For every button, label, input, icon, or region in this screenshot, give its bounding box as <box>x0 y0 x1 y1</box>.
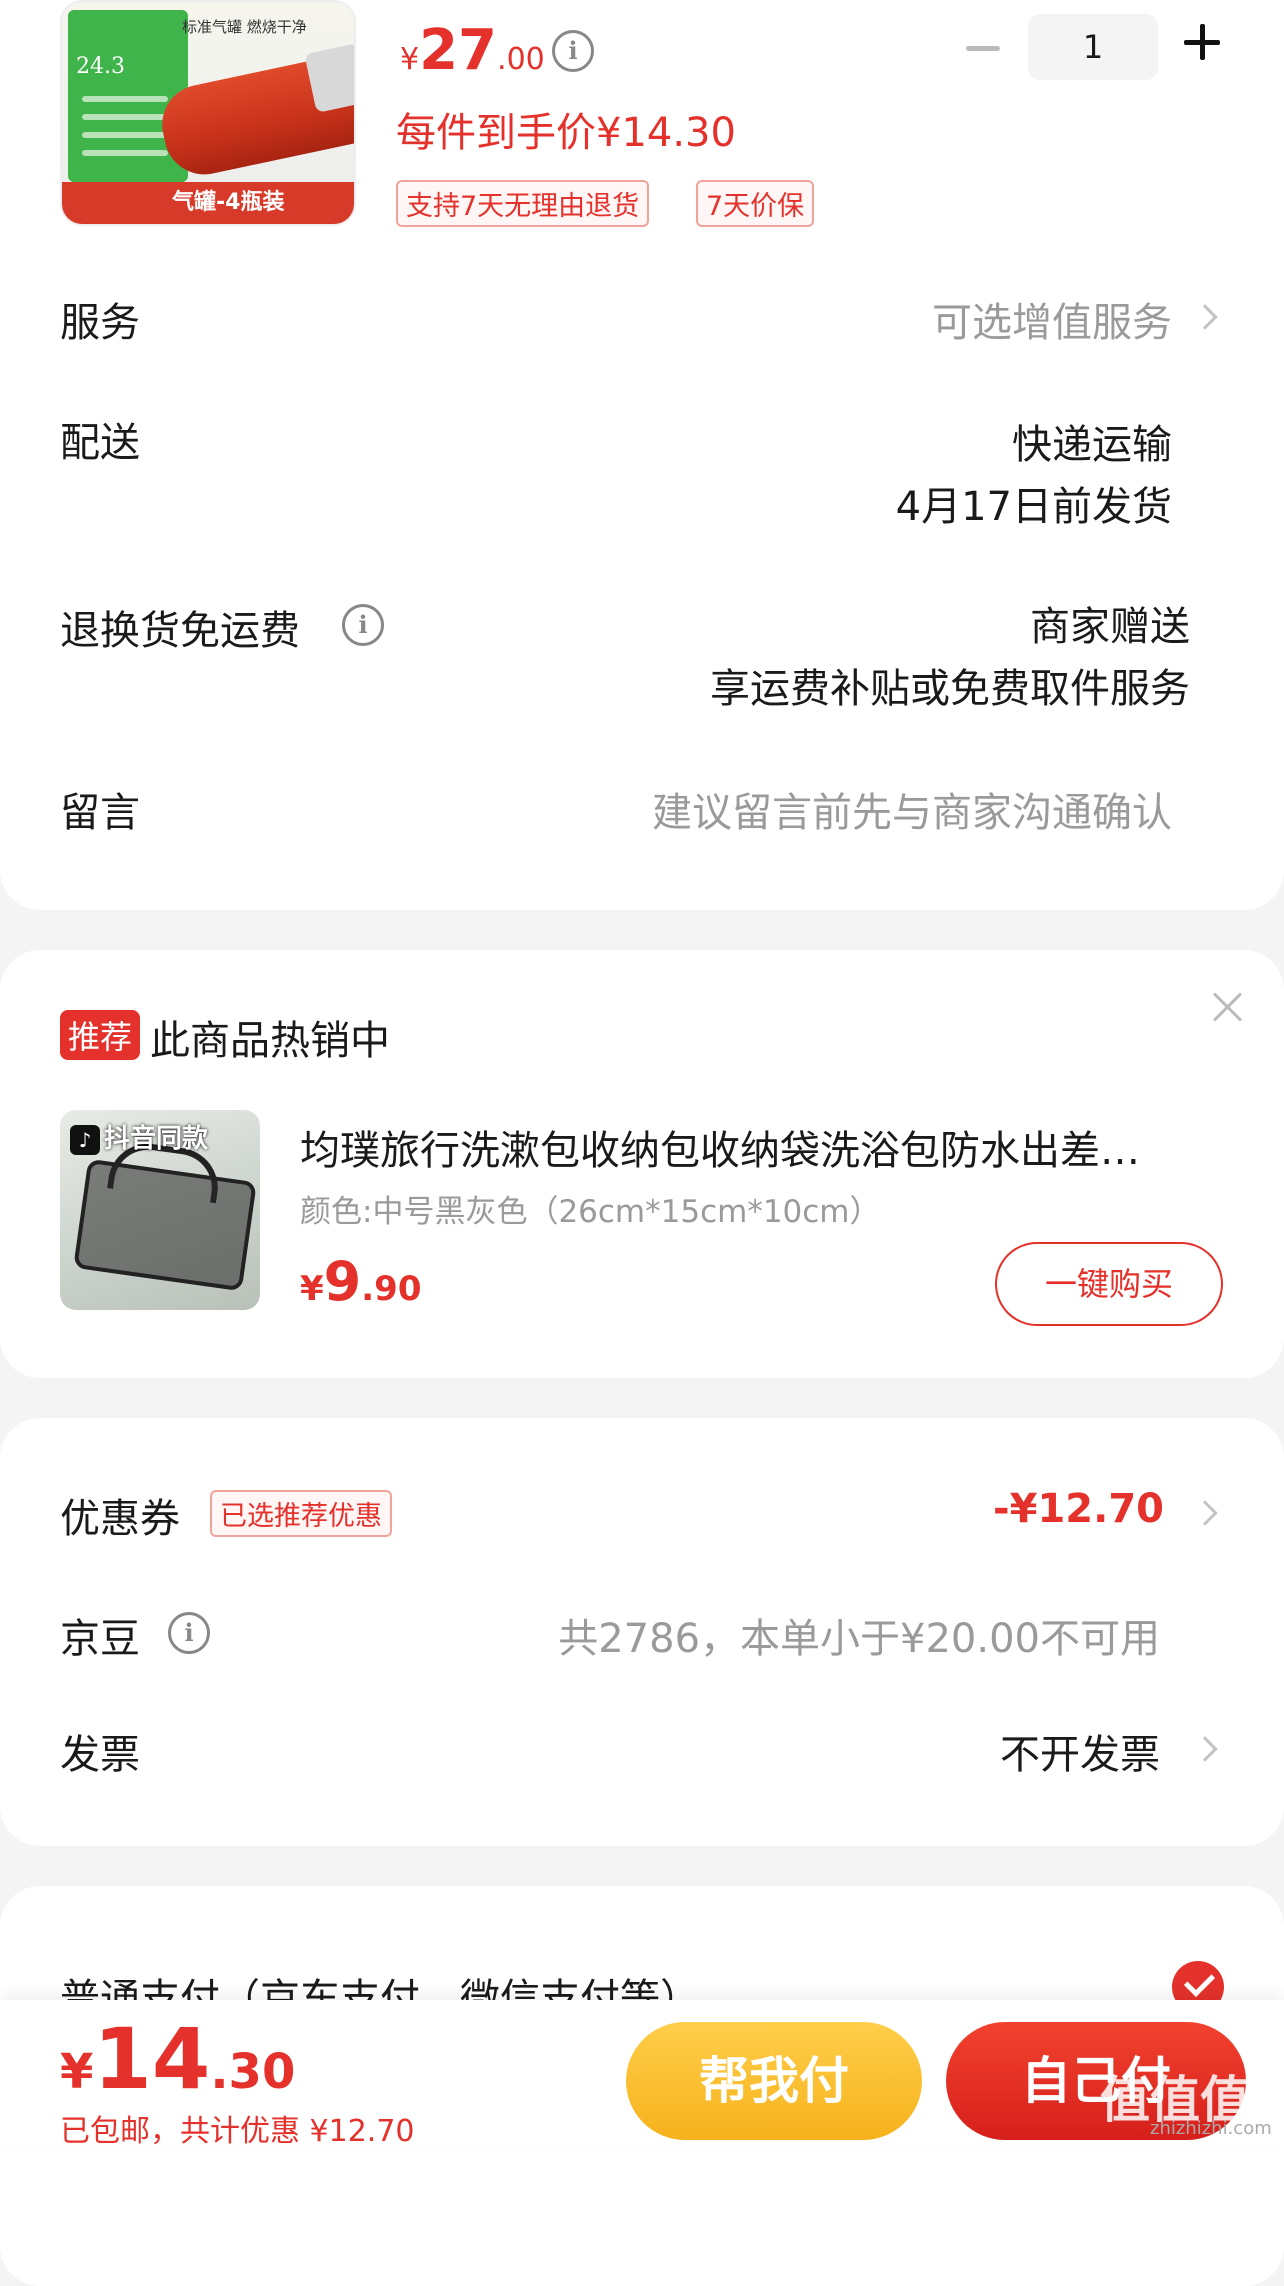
return-shipping-label: 退换货免运费 <box>60 608 300 654</box>
product-image-top-text: 标准气罐 燃烧干净 <box>182 18 307 36</box>
recommend-item-image[interactable]: ♪ 抖音同款 <box>60 1110 260 1310</box>
coupon-value[interactable]: -¥12.70 <box>993 1486 1164 1532</box>
invoice-label: 发票 <box>60 1732 140 1778</box>
product-image-number: 24.3 <box>76 54 125 79</box>
recommend-title: 此商品热销中 <box>150 1018 390 1064</box>
bottom-bar: ¥14.30 已包邮，共计优惠 ¥12.70 帮我付 自己付 <box>0 2000 1284 2149</box>
service-chevron-icon[interactable] <box>1192 304 1218 330</box>
coupon-label: 优惠券 <box>60 1496 180 1542</box>
one-click-buy-button[interactable]: 一键购买 <box>995 1242 1223 1326</box>
delivery-date: 4月17日前发货 <box>895 484 1172 530</box>
quantity-decrease-button[interactable] <box>966 46 1000 51</box>
jingdou-value: 共2786，本单小于¥20.00不可用 <box>558 1616 1160 1662</box>
tag-7day-return: 支持7天无理由退货 <box>396 180 650 227</box>
return-shipping-detail: 享运费补贴或免费取件服务 <box>710 666 1190 712</box>
return-shipping-provider: 商家赠送 <box>1030 604 1190 650</box>
return-shipping-info-icon[interactable]: i <box>342 604 384 646</box>
message-input[interactable]: 建议留言前先与商家沟通确认 <box>652 780 1172 838</box>
tag-price-protect: 7天价保 <box>696 180 815 227</box>
product-image-banner: 气罐-4瓶装 <box>62 182 354 224</box>
close-icon[interactable] <box>1210 990 1244 1024</box>
invoice-value[interactable]: 不开发票 <box>1000 1722 1160 1780</box>
quantity-input[interactable]: 1 <box>1028 14 1158 80</box>
jingdou-info-icon[interactable]: i <box>168 1612 210 1654</box>
service-label: 服务 <box>60 300 140 346</box>
discount-card: 优惠券 已选推荐优惠 -¥12.70 京豆 i 共2786，本单小于¥20.00… <box>0 1418 1284 1846</box>
douyin-tag: ♪ 抖音同款 <box>70 1118 260 1158</box>
delivery-label: 配送 <box>60 420 140 466</box>
jingdou-label: 京豆 <box>60 1616 140 1662</box>
coupon-chevron-icon[interactable] <box>1192 1500 1218 1526</box>
quantity-increase-button[interactable] <box>1180 20 1224 64</box>
shipping-discount-summary: 已包邮，共计优惠 ¥12.70 <box>60 2114 415 2149</box>
price-info-icon[interactable]: i <box>552 30 594 72</box>
service-value[interactable]: 可选增值服务 <box>932 290 1172 348</box>
per-item-price: 每件到手价¥14.30 <box>396 110 736 156</box>
douyin-logo-icon: ♪ <box>70 1125 100 1155</box>
product-price: ¥27.00 <box>400 18 545 83</box>
product-card: 24.3 标准气罐 燃烧干净 气罐-4瓶装 ¥27.00 i 每件到手价¥14.… <box>0 0 1284 910</box>
recommend-item-spec: 颜色:中号黑灰色（26cm*15cm*10cm） <box>300 1194 881 1230</box>
product-image[interactable]: 24.3 标准气罐 燃烧干净 气罐-4瓶装 <box>60 0 356 226</box>
message-label: 留言 <box>60 790 140 836</box>
recommend-badge: 推荐 <box>60 1010 141 1060</box>
coupon-chip: 已选推荐优惠 <box>210 1490 392 1537</box>
total-price: ¥14.30 <box>60 2010 296 2108</box>
recommend-card: 推荐 此商品热销中 ♪ 抖音同款 均璞旅行洗漱包收纳包收纳袋洗浴包防水出差… 颜色… <box>0 950 1284 1378</box>
watermark-url: zhizhizhi.com <box>1150 2118 1272 2139</box>
recommend-item-price: ¥9.90 <box>300 1250 422 1313</box>
invoice-chevron-icon[interactable] <box>1192 1736 1218 1762</box>
recommend-item-name[interactable]: 均璞旅行洗漱包收纳包收纳袋洗浴包防水出差… <box>300 1118 1220 1176</box>
delivery-method: 快递运输 <box>1012 422 1172 468</box>
help-me-pay-button[interactable]: 帮我付 <box>626 2022 922 2140</box>
